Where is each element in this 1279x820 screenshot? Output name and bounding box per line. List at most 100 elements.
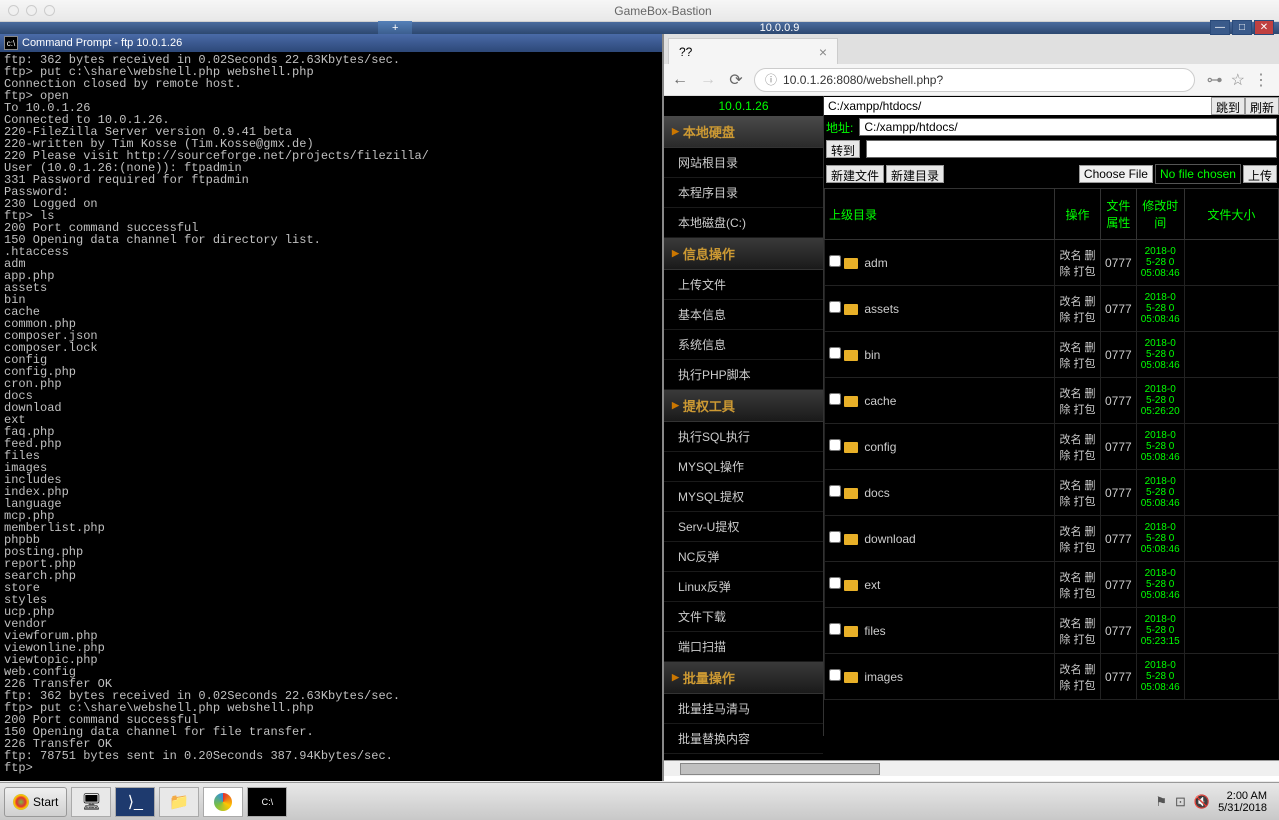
row-actions[interactable]: 改名 删除 打包: [1055, 654, 1101, 700]
tray-network-icon[interactable]: ⊡: [1175, 794, 1186, 810]
sidebar-item[interactable]: 执行PHP脚本: [664, 360, 823, 390]
table-row[interactable]: cache改名 删除 打包07772018-05-28 005:26:20: [825, 378, 1279, 424]
row-checkbox[interactable]: [829, 669, 841, 681]
mac-close-button[interactable]: [8, 5, 19, 16]
nav-reload-button[interactable]: ⟳: [726, 70, 746, 90]
row-checkbox[interactable]: [829, 531, 841, 543]
cmd-icon: c:\: [4, 36, 18, 50]
sidebar-item[interactable]: MYSQL提权: [664, 482, 823, 512]
row-checkbox[interactable]: [829, 301, 841, 313]
addr-input[interactable]: [859, 118, 1277, 136]
sidebar-item[interactable]: NC反弹: [664, 542, 823, 572]
scroll-thumb[interactable]: [680, 763, 880, 775]
horizontal-scrollbar[interactable]: [664, 760, 1279, 776]
row-size: [1184, 286, 1278, 332]
table-row[interactable]: download改名 删除 打包07772018-05-28 005:08:46: [825, 516, 1279, 562]
tray-flag-icon[interactable]: ⚑: [1155, 794, 1167, 810]
row-attr: 0777: [1101, 240, 1137, 286]
choosefile-button[interactable]: Choose File: [1079, 165, 1153, 183]
sidebar-item[interactable]: 基本信息: [664, 300, 823, 330]
cmd-titlebar[interactable]: c:\ Command Prompt - ftp 10.0.1.26: [0, 34, 662, 52]
vm-maximize-button[interactable]: □: [1232, 20, 1252, 35]
sidebar-item[interactable]: 批量替换内容: [664, 724, 823, 754]
goto-input[interactable]: [866, 140, 1277, 158]
folder-icon: [844, 442, 858, 453]
row-checkbox[interactable]: [829, 485, 841, 497]
table-row[interactable]: assets改名 删除 打包07772018-05-28 005:08:46: [825, 286, 1279, 332]
address-bar[interactable]: ⓘ 10.0.1.26:8080/webshell.php?: [754, 68, 1195, 92]
table-row[interactable]: docs改名 删除 打包07772018-05-28 005:08:46: [825, 470, 1279, 516]
row-checkbox[interactable]: [829, 255, 841, 267]
taskbar-chrome[interactable]: [203, 787, 243, 817]
start-button[interactable]: Start: [4, 787, 67, 817]
row-actions[interactable]: 改名 删除 打包: [1055, 562, 1101, 608]
folder-icon: [844, 488, 858, 499]
mac-minimize-button[interactable]: [26, 5, 37, 16]
vm-minimize-button[interactable]: —: [1210, 20, 1230, 35]
table-row[interactable]: config改名 删除 打包07772018-05-28 005:08:46: [825, 424, 1279, 470]
row-checkbox[interactable]: [829, 347, 841, 359]
file-name: files: [864, 624, 885, 638]
sidebar-item[interactable]: 文件下载: [664, 602, 823, 632]
key-icon[interactable]: ⊶: [1207, 70, 1223, 90]
row-actions[interactable]: 改名 删除 打包: [1055, 516, 1101, 562]
vm-close-button[interactable]: ✕: [1254, 20, 1274, 35]
th-name[interactable]: 上级目录: [825, 189, 1055, 240]
sidebar-item[interactable]: 批量挂马清马: [664, 694, 823, 724]
star-icon[interactable]: ☆: [1231, 70, 1245, 90]
file-chosen-label: No file chosen: [1155, 164, 1241, 184]
row-checkbox[interactable]: [829, 393, 841, 405]
browser-tab[interactable]: ?? ×: [668, 38, 838, 64]
row-checkbox[interactable]: [829, 439, 841, 451]
sidebar-section-header[interactable]: 提权工具: [664, 390, 823, 422]
table-row[interactable]: bin改名 删除 打包07772018-05-28 005:08:46: [825, 332, 1279, 378]
table-row[interactable]: images改名 删除 打包07772018-05-28 005:08:46: [825, 654, 1279, 700]
sidebar-section-header[interactable]: 信息操作: [664, 238, 823, 270]
nav-back-button[interactable]: ←: [670, 70, 690, 90]
refresh-button[interactable]: 刷新: [1245, 97, 1279, 115]
sidebar-item[interactable]: 本程序目录: [664, 178, 823, 208]
sidebar-item[interactable]: MYSQL操作: [664, 452, 823, 482]
row-actions[interactable]: 改名 删除 打包: [1055, 608, 1101, 654]
table-row[interactable]: adm改名 删除 打包07772018-05-28 005:08:46: [825, 240, 1279, 286]
tab-close-icon[interactable]: ×: [819, 44, 827, 60]
row-actions[interactable]: 改名 删除 打包: [1055, 332, 1101, 378]
sidebar-item[interactable]: Serv-U提权: [664, 512, 823, 542]
tray-sound-icon[interactable]: 🔇: [1194, 794, 1210, 810]
sidebar-item[interactable]: 系统信息: [664, 330, 823, 360]
newdir-button[interactable]: 新建目录: [886, 165, 944, 183]
sidebar-item[interactable]: 网站根目录: [664, 148, 823, 178]
row-size: [1184, 470, 1278, 516]
sidebar-item[interactable]: Linux反弹: [664, 572, 823, 602]
mac-zoom-button[interactable]: [44, 5, 55, 16]
cmd-output[interactable]: ftp: 362 bytes received in 0.02Seconds 2…: [0, 52, 662, 778]
vm-tab[interactable]: +: [378, 21, 412, 35]
table-row[interactable]: files改名 删除 打包07772018-05-28 005:23:15: [825, 608, 1279, 654]
row-actions[interactable]: 改名 删除 打包: [1055, 424, 1101, 470]
row-actions[interactable]: 改名 删除 打包: [1055, 470, 1101, 516]
sidebar-item[interactable]: 执行SQL执行: [664, 422, 823, 452]
goto2-button[interactable]: 转到: [826, 140, 860, 158]
row-actions[interactable]: 改名 删除 打包: [1055, 286, 1101, 332]
taskbar-cmd[interactable]: C:\: [247, 787, 287, 817]
menu-icon[interactable]: ⋮: [1253, 70, 1269, 90]
taskbar-server-manager[interactable]: 🖥: [71, 787, 111, 817]
row-checkbox[interactable]: [829, 577, 841, 589]
sidebar-section-header[interactable]: 批量操作: [664, 662, 823, 694]
taskbar-explorer[interactable]: 📁: [159, 787, 199, 817]
row-actions[interactable]: 改名 删除 打包: [1055, 378, 1101, 424]
sidebar-item[interactable]: 本地磁盘(C:): [664, 208, 823, 238]
upload-button[interactable]: 上传: [1243, 165, 1277, 183]
table-row[interactable]: ext改名 删除 打包07772018-05-28 005:08:46: [825, 562, 1279, 608]
row-actions[interactable]: 改名 删除 打包: [1055, 240, 1101, 286]
newfile-button[interactable]: 新建文件: [826, 165, 884, 183]
tray-clock[interactable]: 2:00 AM 5/31/2018: [1218, 790, 1267, 814]
sidebar-section-header[interactable]: 本地硬盘: [664, 116, 823, 148]
goto-button[interactable]: 跳到: [1211, 97, 1245, 115]
nav-forward-button[interactable]: →: [698, 70, 718, 90]
sidebar-item[interactable]: 端口扫描: [664, 632, 823, 662]
path-input[interactable]: [824, 97, 1211, 115]
taskbar-powershell[interactable]: ⟩_: [115, 787, 155, 817]
row-checkbox[interactable]: [829, 623, 841, 635]
sidebar-item[interactable]: 上传文件: [664, 270, 823, 300]
